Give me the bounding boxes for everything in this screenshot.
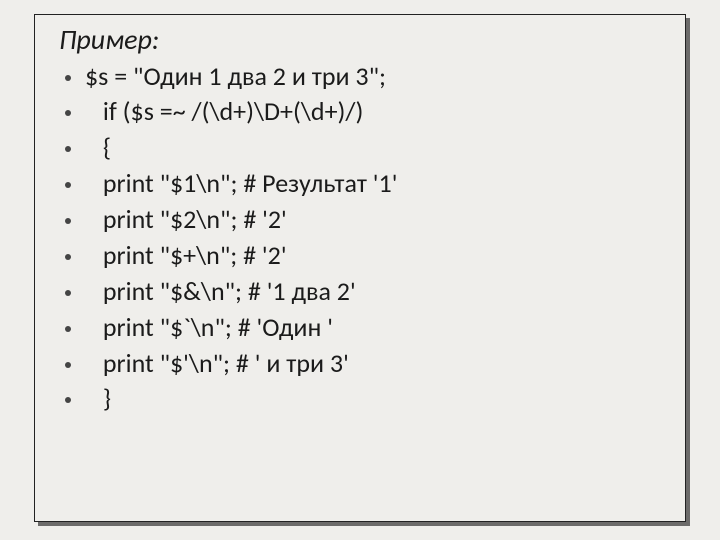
code-line: print "$2\n"; # '2' [59,202,661,238]
code-line: print "$`\n"; # 'Один ' [59,310,661,346]
code-line: print "$+\n"; # '2' [59,238,661,274]
code-line: $s = "Один 1 два 2 и три 3"; [59,59,661,95]
code-line: print "$&\n"; # '1 два 2' [59,274,661,310]
code-list: $s = "Один 1 два 2 и три 3"; if ($s =~ /… [59,59,661,418]
code-line: print "$'\n"; # ' и три 3' [59,346,661,382]
example-title: Пример: [59,23,661,57]
code-panel: Пример: $s = "Один 1 два 2 и три 3"; if … [34,14,686,522]
code-line: } [59,381,661,417]
code-line: print "$1\n"; # Результат '1' [59,166,661,202]
code-line: { [59,130,661,166]
code-line: if ($s =~ /(\d+)\D+(\d+)/) [59,94,661,130]
